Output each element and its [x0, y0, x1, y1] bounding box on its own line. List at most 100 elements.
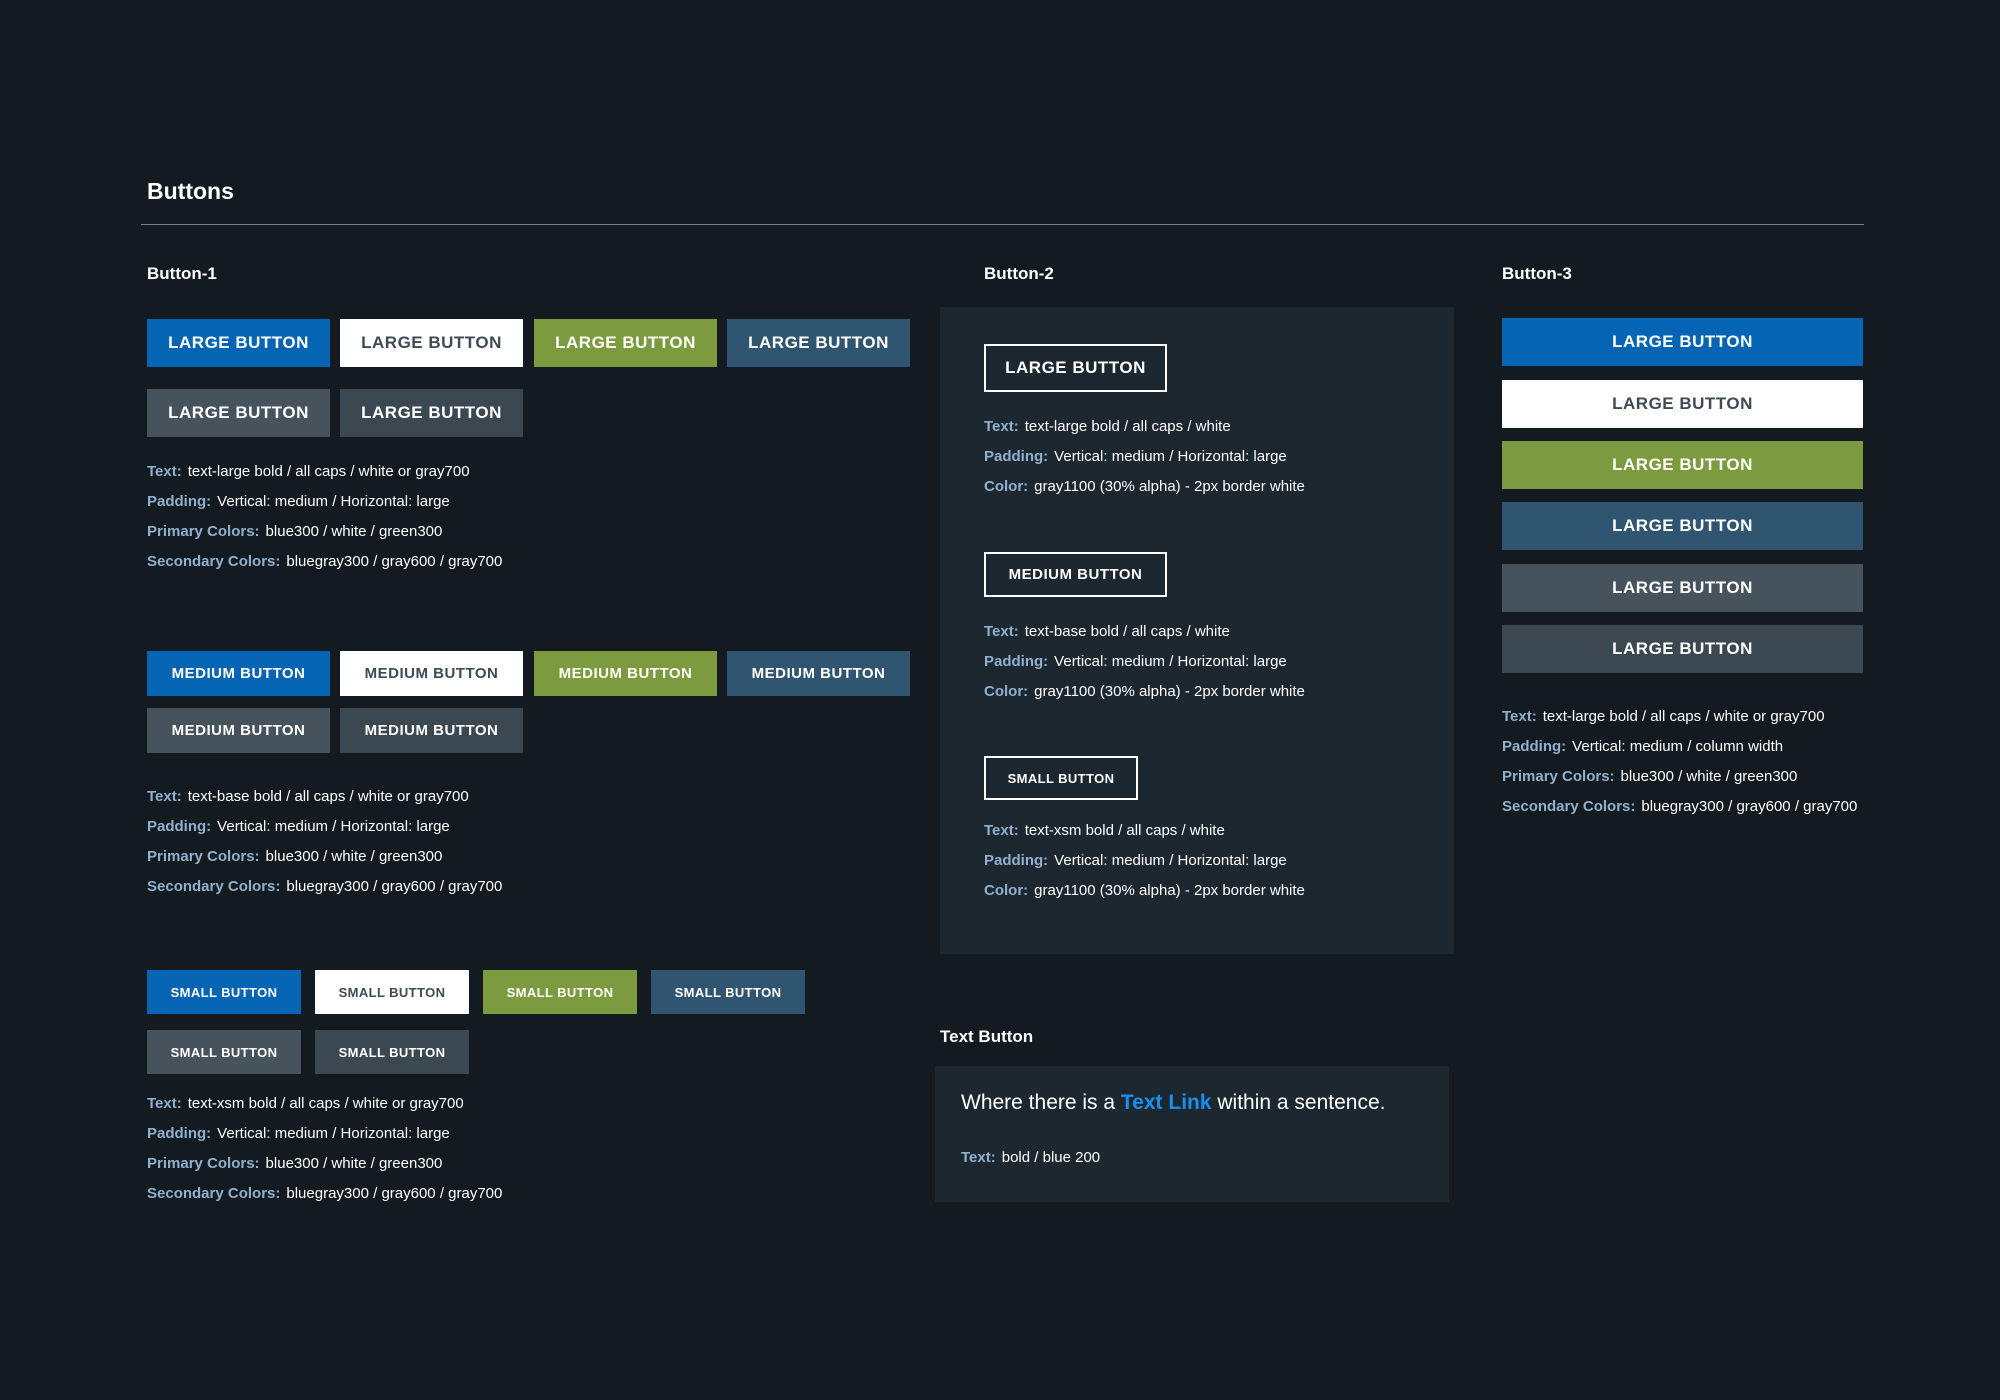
spec-value: gray1100 (30% alpha) - 2px border white — [1034, 683, 1305, 700]
spec-value: text-xsm bold / all caps / white or gray… — [187, 1095, 464, 1112]
medium-spec-primary: Primary Colors: blue300 / white / green30… — [147, 848, 442, 866]
text-link[interactable]: Text Link — [1121, 1091, 1212, 1114]
small-spec-secondary: Secondary Colors: bluegray300 / gray600 /… — [147, 1185, 502, 1203]
text-button-title: Text Button — [940, 1027, 1034, 1046]
fullwidth-spec-text: Text: text-large bold / all caps / white … — [1502, 708, 1825, 726]
spec-label: Padding: — [147, 1125, 212, 1142]
large-button-blue[interactable]: LARGE BUTTON — [147, 319, 330, 367]
spec-value: Vertical: medium / Horizontal: large — [1054, 653, 1287, 670]
small-button-green[interactable]: SMALL BUTTON — [483, 970, 637, 1014]
small-spec-primary: Primary Colors: blue300 / white / green30… — [147, 1155, 442, 1173]
sentence-after: within a sentence. — [1217, 1091, 1386, 1114]
text-button-panel — [935, 1066, 1449, 1202]
large-spec-secondary: Secondary Colors: bluegray300 / gray600 /… — [147, 553, 502, 571]
small-button-bluegray[interactable]: SMALL BUTTON — [651, 970, 805, 1014]
small-spec-text: Text: text-xsm bold / all caps / white or… — [147, 1095, 464, 1113]
spec-label: Secondary Colors: — [147, 1185, 281, 1202]
spec-value: text-base bold / all caps / white — [1024, 623, 1230, 640]
medium-button-white[interactable]: MEDIUM BUTTON — [340, 651, 523, 696]
spec-value: bold / blue 200 — [1001, 1149, 1101, 1166]
spec-value: Vertical: medium / column width — [1572, 738, 1784, 755]
outline-small-spec-color: Color: gray1100 (30% alpha) - 2px border … — [984, 882, 1305, 900]
large-outline-button[interactable]: LARGE BUTTON — [984, 344, 1167, 392]
spec-label: Text: — [984, 418, 1019, 435]
fullwidth-button-blue[interactable]: LARGE BUTTON — [1502, 318, 1863, 366]
spec-value: Vertical: medium / Horizontal: large — [217, 818, 450, 835]
spec-value: blue300 / white / green300 — [265, 848, 443, 865]
fullwidth-button-green[interactable]: LARGE BUTTON — [1502, 441, 1863, 489]
spec-label: Text: — [961, 1149, 996, 1166]
spec-value: bluegray300 / gray600 / gray700 — [286, 553, 503, 570]
small-spec-padding: Padding: Vertical: medium / Horizontal: l… — [147, 1125, 450, 1143]
spec-label: Padding: — [147, 493, 212, 510]
spec-value: gray1100 (30% alpha) - 2px border white — [1034, 478, 1305, 495]
spec-label: Color: — [984, 882, 1029, 899]
spec-label: Color: — [984, 683, 1029, 700]
spec-label: Secondary Colors: — [1502, 798, 1636, 815]
spec-value: blue300 / white / green300 — [265, 1155, 443, 1172]
outline-medium-spec-color: Color: gray1100 (30% alpha) - 2px border … — [984, 683, 1305, 701]
small-outline-button[interactable]: SMALL BUTTON — [984, 756, 1138, 800]
spec-label: Text: — [984, 822, 1019, 839]
text-button-spec: Text: bold / blue 200 — [961, 1149, 1100, 1167]
large-button-white[interactable]: LARGE BUTTON — [340, 319, 523, 367]
medium-button-blue[interactable]: MEDIUM BUTTON — [147, 651, 330, 696]
small-button-gray600[interactable]: SMALL BUTTON — [147, 1030, 301, 1074]
fullwidth-button-gray700[interactable]: LARGE BUTTON — [1502, 625, 1863, 673]
fullwidth-button-gray600[interactable]: LARGE BUTTON — [1502, 564, 1863, 612]
spec-label: Secondary Colors: — [147, 553, 281, 570]
fullwidth-button-white[interactable]: LARGE BUTTON — [1502, 380, 1863, 428]
spec-label: Secondary Colors: — [147, 878, 281, 895]
large-button-gray600[interactable]: LARGE BUTTON — [147, 389, 330, 437]
spec-label: Color: — [984, 478, 1029, 495]
spec-label: Text: — [147, 463, 182, 480]
large-spec-padding: Padding: Vertical: medium / Horizontal: l… — [147, 493, 450, 511]
spec-label: Text: — [147, 788, 182, 805]
spec-value: bluegray300 / gray600 / gray700 — [1641, 798, 1858, 815]
large-spec-primary: Primary Colors: blue300 / white / green30… — [147, 523, 442, 541]
large-button-gray700[interactable]: LARGE BUTTON — [340, 389, 523, 437]
spec-label: Padding: — [984, 448, 1049, 465]
fullwidth-button-bluegray[interactable]: LARGE BUTTON — [1502, 502, 1863, 550]
button-3-title: Button-3 — [1502, 264, 1572, 283]
outline-medium-spec-padding: Padding: Vertical: medium / Horizontal: l… — [984, 653, 1287, 671]
spec-label: Primary Colors: — [147, 848, 260, 865]
fullwidth-spec-secondary: Secondary Colors: bluegray300 / gray600 /… — [1502, 798, 1857, 816]
spec-value: text-xsm bold / all caps / white — [1024, 822, 1225, 839]
large-button-green[interactable]: LARGE BUTTON — [534, 319, 717, 367]
medium-spec-padding: Padding: Vertical: medium / Horizontal: l… — [147, 818, 450, 836]
spec-value: text-large bold / all caps / white — [1024, 418, 1231, 435]
spec-value: Vertical: medium / Horizontal: large — [1054, 448, 1287, 465]
spec-label: Text: — [984, 623, 1019, 640]
spec-value: gray1100 (30% alpha) - 2px border white — [1034, 882, 1305, 899]
sentence-before: Where there is a — [961, 1091, 1116, 1114]
spec-value: text-base bold / all caps / white or gra… — [187, 788, 469, 805]
spec-value: Vertical: medium / Horizontal: large — [217, 1125, 450, 1142]
outline-medium-spec-text: Text: text-base bold / all caps / white — [984, 623, 1230, 641]
spec-value: blue300 / white / green300 — [1620, 768, 1798, 785]
small-button-gray700[interactable]: SMALL BUTTON — [315, 1030, 469, 1074]
small-button-blue[interactable]: SMALL BUTTON — [147, 970, 301, 1014]
medium-button-gray700[interactable]: MEDIUM BUTTON — [340, 708, 523, 753]
large-button-bluegray[interactable]: LARGE BUTTON — [727, 319, 910, 367]
outline-large-spec-text: Text: text-large bold / all caps / white — [984, 418, 1231, 436]
spec-value: text-large bold / all caps / white or gr… — [187, 463, 470, 480]
spec-label: Text: — [147, 1095, 182, 1112]
page-title: Buttons — [147, 178, 234, 204]
large-spec-text: Text: text-large bold / all caps / white … — [147, 463, 470, 481]
medium-button-green[interactable]: MEDIUM BUTTON — [534, 651, 717, 696]
spec-value: bluegray300 / gray600 / gray700 — [286, 1185, 503, 1202]
button-2-title: Button-2 — [984, 264, 1054, 283]
medium-button-bluegray[interactable]: MEDIUM BUTTON — [727, 651, 910, 696]
small-button-white[interactable]: SMALL BUTTON — [315, 970, 469, 1014]
outline-small-spec-padding: Padding: Vertical: medium / Horizontal: l… — [984, 852, 1287, 870]
title-divider — [141, 224, 1864, 225]
spec-value: blue300 / white / green300 — [265, 523, 443, 540]
outline-small-spec-text: Text: text-xsm bold / all caps / white — [984, 822, 1225, 840]
spec-value: Vertical: medium / Horizontal: large — [217, 493, 450, 510]
medium-spec-text: Text: text-base bold / all caps / white o… — [147, 788, 469, 806]
link-sentence: Where there is a Text Link within a sent… — [961, 1091, 1386, 1115]
medium-button-gray600[interactable]: MEDIUM BUTTON — [147, 708, 330, 753]
spec-value: text-large bold / all caps / white or gr… — [1542, 708, 1825, 725]
medium-outline-button[interactable]: MEDIUM BUTTON — [984, 552, 1167, 597]
